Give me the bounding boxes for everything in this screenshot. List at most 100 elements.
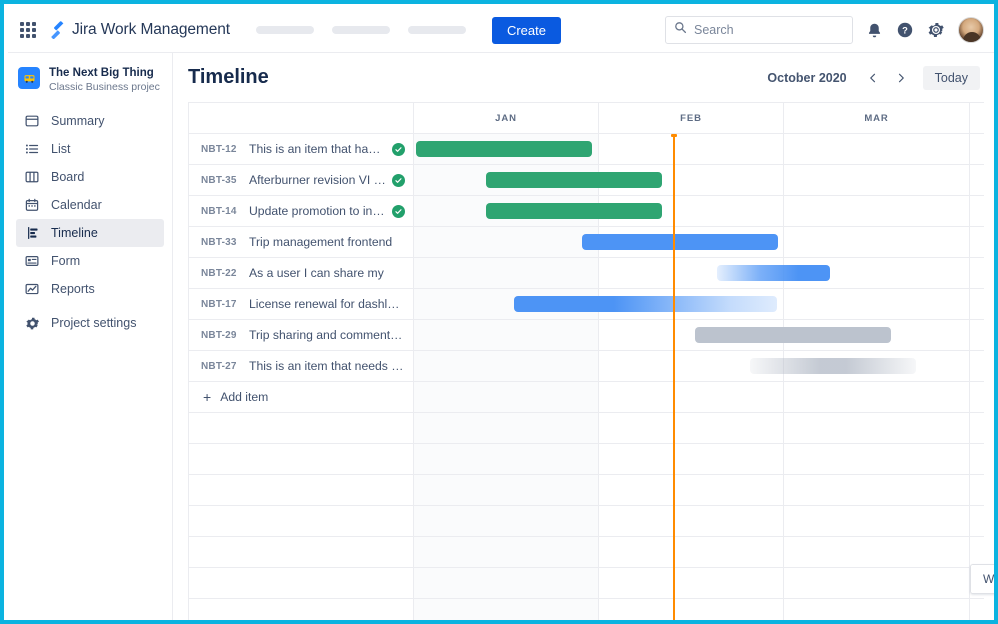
table-row[interactable]: NBT-14Update promotion to include — [189, 196, 984, 227]
issue-summary[interactable]: Trip sharing and commenting — [249, 328, 405, 342]
empty-track-cell[interactable] — [599, 506, 784, 536]
issue-summary[interactable]: License renewal for dashloop — [249, 297, 405, 311]
timeline-track-cell[interactable] — [970, 227, 984, 257]
row-name-cell[interactable]: NBT-22As a user I can share my — [189, 258, 414, 288]
empty-track-cell[interactable] — [599, 568, 784, 598]
empty-row[interactable] — [189, 599, 984, 624]
row-name-cell[interactable]: NBT-14Update promotion to include — [189, 196, 414, 226]
sidebar-item-project-settings[interactable]: Project settings — [16, 309, 164, 337]
timeline-track-cell[interactable] — [784, 289, 970, 319]
table-row[interactable]: NBT-22As a user I can share my — [189, 258, 984, 289]
timeline-track-cell[interactable] — [970, 165, 984, 195]
empty-row[interactable] — [189, 568, 984, 599]
issue-key[interactable]: NBT-22 — [201, 268, 249, 279]
chevron-left-icon[interactable] — [861, 66, 885, 90]
timeline-track-cell[interactable] — [784, 227, 970, 257]
empty-track-cell[interactable] — [970, 506, 984, 536]
timeline-track-cell[interactable] — [414, 258, 599, 288]
empty-track-cell[interactable] — [599, 599, 784, 624]
nav-placeholder-1[interactable] — [256, 26, 314, 34]
sidebar-item-summary[interactable]: Summary — [16, 107, 164, 135]
row-name-cell[interactable]: NBT-12This is an item that has to be... — [189, 134, 414, 164]
sidebar-item-list[interactable]: List — [16, 135, 164, 163]
grid-apps-icon[interactable] — [20, 22, 36, 38]
sidebar-item-calendar[interactable]: Calendar — [16, 191, 164, 219]
issue-key[interactable]: NBT-14 — [201, 206, 249, 217]
empty-row[interactable] — [189, 413, 984, 444]
gear-icon[interactable] — [927, 21, 945, 39]
table-row[interactable]: NBT-35Afterburner revision VI autom.. — [189, 165, 984, 196]
issue-summary[interactable]: Afterburner revision VI autom.. — [249, 173, 386, 187]
empty-row[interactable] — [189, 506, 984, 537]
bell-icon[interactable] — [866, 22, 883, 39]
empty-track-cell[interactable] — [414, 413, 599, 443]
issue-summary[interactable]: This is an item that has to be... — [249, 142, 386, 156]
gantt-bar[interactable] — [486, 203, 662, 219]
gantt-bar[interactable] — [416, 141, 592, 157]
timeline-track-cell[interactable] — [784, 165, 970, 195]
question-circle-icon[interactable]: ? — [896, 21, 914, 39]
empty-row[interactable] — [189, 537, 984, 568]
empty-track-cell[interactable] — [414, 599, 599, 624]
empty-track-cell[interactable] — [414, 537, 599, 567]
table-row[interactable]: NBT-33Trip management frontend — [189, 227, 984, 258]
issue-key[interactable]: NBT-17 — [201, 299, 249, 310]
empty-track-cell[interactable] — [784, 413, 970, 443]
empty-track-cell[interactable] — [599, 537, 784, 567]
empty-track-cell[interactable] — [970, 599, 984, 624]
gantt-bar[interactable] — [486, 172, 662, 188]
issue-summary[interactable]: As a user I can share my — [249, 266, 405, 280]
timeline-track-cell[interactable] — [414, 351, 599, 381]
add-item-button[interactable]: + Add item — [189, 382, 414, 412]
empty-track-cell[interactable] — [784, 537, 970, 567]
empty-row[interactable] — [189, 444, 984, 475]
project-header[interactable]: The Next Big Thing Classic Business proj… — [8, 53, 172, 103]
empty-track-cell[interactable] — [599, 475, 784, 505]
empty-track-cell[interactable] — [414, 568, 599, 598]
issue-key[interactable]: NBT-12 — [201, 144, 249, 155]
empty-track-cell[interactable] — [414, 444, 599, 474]
gantt-bar[interactable] — [750, 358, 916, 374]
sidebar-item-form[interactable]: Form — [16, 247, 164, 275]
empty-track-cell[interactable] — [970, 444, 984, 474]
issue-summary[interactable]: Trip management frontend — [249, 235, 405, 249]
empty-track-cell[interactable] — [970, 537, 984, 567]
timeline-track-cell[interactable] — [970, 258, 984, 288]
issue-key[interactable]: NBT-35 — [201, 175, 249, 186]
table-row[interactable]: NBT-29Trip sharing and commenting — [189, 320, 984, 351]
nav-placeholder-2[interactable] — [332, 26, 390, 34]
row-name-cell[interactable]: NBT-29Trip sharing and commenting — [189, 320, 414, 350]
empty-track-cell[interactable] — [599, 444, 784, 474]
issue-key[interactable]: NBT-29 — [201, 330, 249, 341]
timeline-track-cell[interactable] — [784, 134, 970, 164]
issue-key[interactable]: NBT-27 — [201, 361, 249, 372]
table-row[interactable]: NBT-17License renewal for dashloop — [189, 289, 984, 320]
empty-track-cell[interactable] — [970, 413, 984, 443]
empty-track-cell[interactable] — [414, 475, 599, 505]
empty-track-cell[interactable] — [784, 444, 970, 474]
gantt-bar[interactable] — [582, 234, 778, 250]
issue-key[interactable]: NBT-33 — [201, 237, 249, 248]
timeline-track-cell[interactable] — [599, 134, 784, 164]
row-name-cell[interactable]: NBT-33Trip management frontend — [189, 227, 414, 257]
empty-track-cell[interactable] — [970, 475, 984, 505]
empty-track-cell[interactable] — [414, 506, 599, 536]
gantt-bar[interactable] — [717, 265, 830, 281]
empty-track-cell[interactable] — [784, 475, 970, 505]
chevron-right-icon[interactable] — [889, 66, 913, 90]
timeline-track-cell[interactable] — [414, 320, 599, 350]
empty-track-cell[interactable] — [784, 599, 970, 624]
user-avatar[interactable] — [958, 17, 984, 43]
row-name-cell[interactable]: NBT-27This is an item that needs to .. — [189, 351, 414, 381]
empty-track-cell[interactable] — [784, 506, 970, 536]
nav-placeholder-3[interactable] — [408, 26, 466, 34]
issue-summary[interactable]: Update promotion to include — [249, 204, 386, 218]
row-name-cell[interactable]: NBT-17License renewal for dashloop — [189, 289, 414, 319]
timeline-track-cell[interactable] — [784, 196, 970, 226]
empty-track-cell[interactable] — [599, 413, 784, 443]
timeline-track-cell[interactable] — [970, 351, 984, 381]
issue-summary[interactable]: This is an item that needs to .. — [249, 359, 405, 373]
timeline-track-cell[interactable] — [970, 320, 984, 350]
scale-option-weeks[interactable]: Weeks — [971, 565, 998, 593]
search-input[interactable]: Search — [665, 16, 853, 44]
